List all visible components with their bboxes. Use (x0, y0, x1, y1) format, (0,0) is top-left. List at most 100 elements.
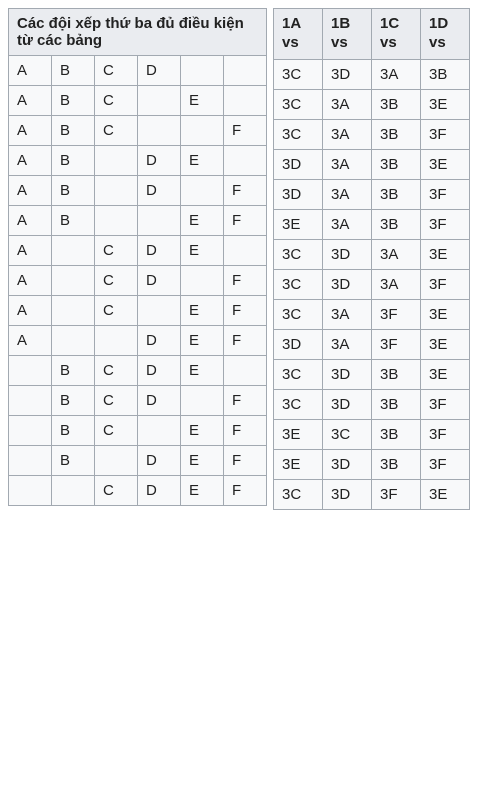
qualification-cell (181, 386, 224, 416)
matchup-cell: 3F (421, 389, 470, 419)
qualification-cell (138, 416, 181, 446)
qualification-cell: E (181, 326, 224, 356)
qualification-cell (224, 56, 267, 86)
qualification-cell: C (95, 236, 138, 266)
matchup-cell: 3E (421, 89, 470, 119)
qualification-cell (52, 236, 95, 266)
qualification-cell: B (52, 86, 95, 116)
table-row: ACEF (9, 296, 267, 326)
matchup-cell: 3C (274, 59, 323, 89)
qualification-cell: D (138, 386, 181, 416)
matchup-header-1c: 1C vs (372, 9, 421, 60)
matchup-cell: 3A (372, 59, 421, 89)
qualification-cell: E (181, 236, 224, 266)
qualification-cell (181, 266, 224, 296)
qualification-cell (95, 446, 138, 476)
matchup-cell: 3C (274, 359, 323, 389)
table-row: 3C3D3A3B (274, 59, 470, 89)
qualification-cell: D (138, 476, 181, 506)
matchup-cell: 3A (372, 269, 421, 299)
qualification-cell: E (181, 206, 224, 236)
table-row: 3C3A3B3F (274, 119, 470, 149)
qualification-cell: E (181, 416, 224, 446)
matchup-cell: 3C (274, 479, 323, 509)
qualification-cell: F (224, 476, 267, 506)
matchup-cell: 3D (323, 59, 372, 89)
table-row: ACDE (9, 236, 267, 266)
matchup-cell: 3B (372, 209, 421, 239)
matchup-cell: 3D (274, 149, 323, 179)
matchup-cell: 3F (421, 119, 470, 149)
qualification-cell: B (52, 116, 95, 146)
qualification-table: Các đội xếp thứ ba đủ điều kiện từ các b… (8, 8, 267, 506)
qualification-cell: F (224, 386, 267, 416)
qualification-cell: D (138, 56, 181, 86)
table-row: ABDE (9, 146, 267, 176)
qualification-cell: E (181, 296, 224, 326)
table-row: 3E3D3B3F (274, 449, 470, 479)
table-row: ABCF (9, 116, 267, 146)
matchup-cell: 3D (274, 179, 323, 209)
matchup-header-1a: 1A vs (274, 9, 323, 60)
qualification-cell: F (224, 326, 267, 356)
matchup-cell: 3B (372, 449, 421, 479)
qualification-cell: C (95, 56, 138, 86)
qualification-cell: B (52, 206, 95, 236)
qualification-cell (181, 176, 224, 206)
matchup-cell: 3D (323, 239, 372, 269)
matchup-cell: 3D (323, 449, 372, 479)
qualification-cell: A (9, 176, 52, 206)
qualification-cell: D (138, 176, 181, 206)
qualification-cell: A (9, 116, 52, 146)
matchup-cell: 3D (323, 269, 372, 299)
qualification-cell (224, 356, 267, 386)
qualification-cell: C (95, 266, 138, 296)
qualification-cell: E (181, 86, 224, 116)
qualification-cell (9, 416, 52, 446)
qualification-cell: D (138, 446, 181, 476)
matchup-cell: 3B (372, 359, 421, 389)
qualification-cell: A (9, 56, 52, 86)
matchup-cell: 3B (372, 89, 421, 119)
matchup-cell: 3E (421, 479, 470, 509)
matchup-cell: 3B (372, 149, 421, 179)
matchup-cell: 3F (421, 179, 470, 209)
qualification-body: ABCDABCEABCFABDEABDFABEFACDEACDFACEFADEF… (9, 56, 267, 506)
matchup-cell: 3D (323, 359, 372, 389)
matchup-cell: 3E (421, 149, 470, 179)
matchup-cell: 3C (274, 89, 323, 119)
qualification-cell: A (9, 236, 52, 266)
table-row: 3C3D3F3E (274, 479, 470, 509)
matchup-cell: 3B (372, 119, 421, 149)
matchup-cell: 3E (421, 359, 470, 389)
qualification-cell: F (224, 446, 267, 476)
qualification-cell (52, 296, 95, 326)
table-row: BCEF (9, 416, 267, 446)
qualification-cell (9, 476, 52, 506)
qualification-cell: D (138, 356, 181, 386)
qualification-cell: A (9, 296, 52, 326)
matchup-header-1b: 1B vs (323, 9, 372, 60)
matchup-cell: 3D (323, 389, 372, 419)
table-row: 3E3C3B3F (274, 419, 470, 449)
matchup-body: 3C3D3A3B3C3A3B3E3C3A3B3F3D3A3B3E3D3A3B3F… (274, 59, 470, 509)
table-row: 3D3A3F3E (274, 329, 470, 359)
qualification-cell (181, 116, 224, 146)
qualification-cell (95, 206, 138, 236)
matchup-cell: 3B (372, 419, 421, 449)
qualification-cell (9, 356, 52, 386)
matchup-cell: 3E (274, 449, 323, 479)
qualification-cell: F (224, 176, 267, 206)
qualification-cell: E (181, 146, 224, 176)
qualification-cell: A (9, 266, 52, 296)
qualification-cell (138, 86, 181, 116)
table-row: ADEF (9, 326, 267, 356)
qualification-cell: F (224, 116, 267, 146)
qualification-cell: F (224, 296, 267, 326)
matchup-cell: 3E (274, 419, 323, 449)
table-row: CDEF (9, 476, 267, 506)
matchup-cell: 3A (372, 239, 421, 269)
matchup-cell: 3C (274, 389, 323, 419)
matchup-cell: 3F (421, 419, 470, 449)
qualification-cell: B (52, 446, 95, 476)
